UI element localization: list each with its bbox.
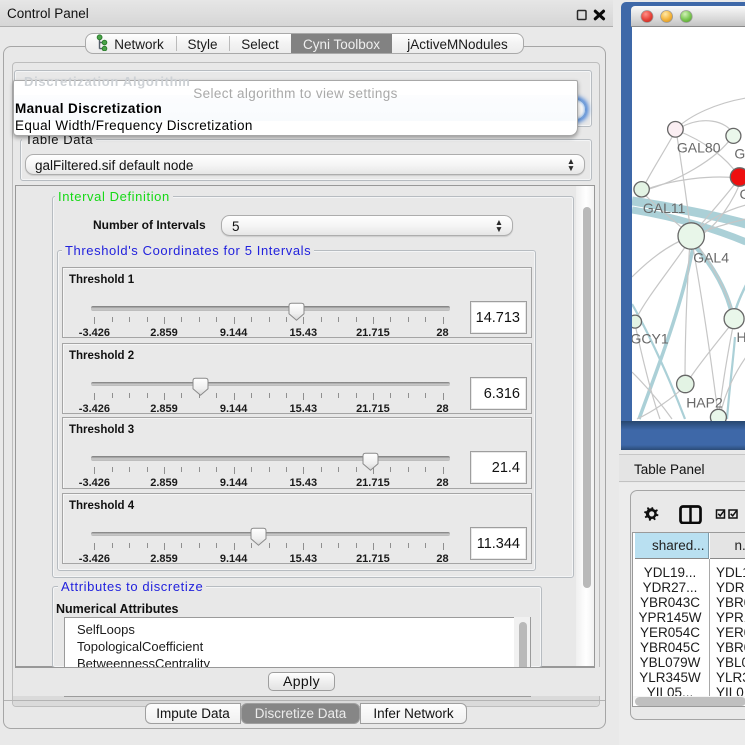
svg-text:C: C [739, 186, 745, 202]
svg-text:HAP2: HAP2 [686, 395, 723, 411]
svg-text:GAL4: GAL4 [693, 249, 729, 265]
svg-text:GAL11: GAL11 [642, 200, 685, 216]
svg-text:GAL80: GAL80 [676, 139, 720, 155]
svg-text:GCY1: GCY1 [632, 330, 669, 346]
svg-text:GA: GA [734, 146, 745, 162]
svg-text:H: H [736, 329, 745, 345]
